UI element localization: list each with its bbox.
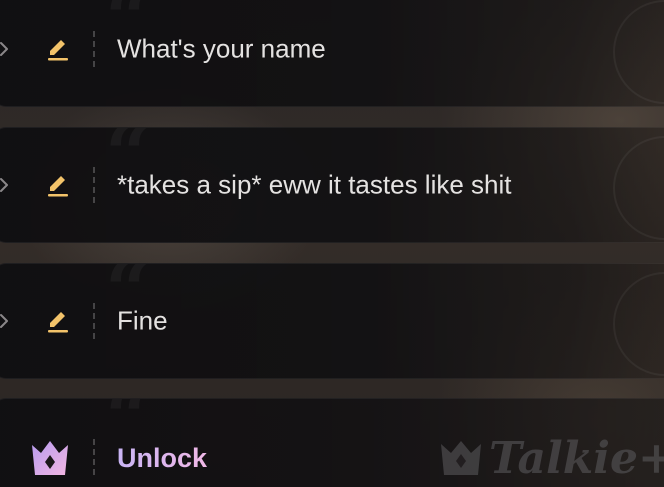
watermark-crown-icon [441,441,481,475]
background-decoration [613,136,664,240]
reply-text: Fine [117,305,168,336]
reply-text: What's your name [117,33,326,64]
unlock-card[interactable]: “ Unlock Talkie+ [0,398,664,487]
chevron-right-icon[interactable] [0,177,9,193]
divider [93,167,95,203]
reply-text: *takes a sip* eww it tastes like shit [117,169,512,200]
crown-icon [32,441,68,475]
chevron-right-icon[interactable] [0,41,9,57]
watermark-text: Talkie+ [489,432,664,484]
reply-option-card[interactable]: “ What's your name [0,0,664,107]
background-decoration [613,0,664,104]
edit-icon[interactable] [43,306,73,336]
divider [93,303,95,339]
unlock-button-label[interactable]: Unlock [117,443,207,474]
app-watermark: Talkie+ [439,432,664,484]
divider [93,439,95,475]
edit-icon[interactable] [43,34,73,64]
reply-option-card[interactable]: “ Fine [0,263,664,379]
edit-icon[interactable] [43,170,73,200]
chevron-right-icon[interactable] [0,313,9,329]
reply-option-card[interactable]: “ *takes a sip* eww it tastes like shit [0,127,664,243]
reply-suggestions-panel: “ What's your name “ *takes a sip* eww i… [0,0,664,487]
background-decoration [613,272,664,376]
divider [93,31,95,67]
